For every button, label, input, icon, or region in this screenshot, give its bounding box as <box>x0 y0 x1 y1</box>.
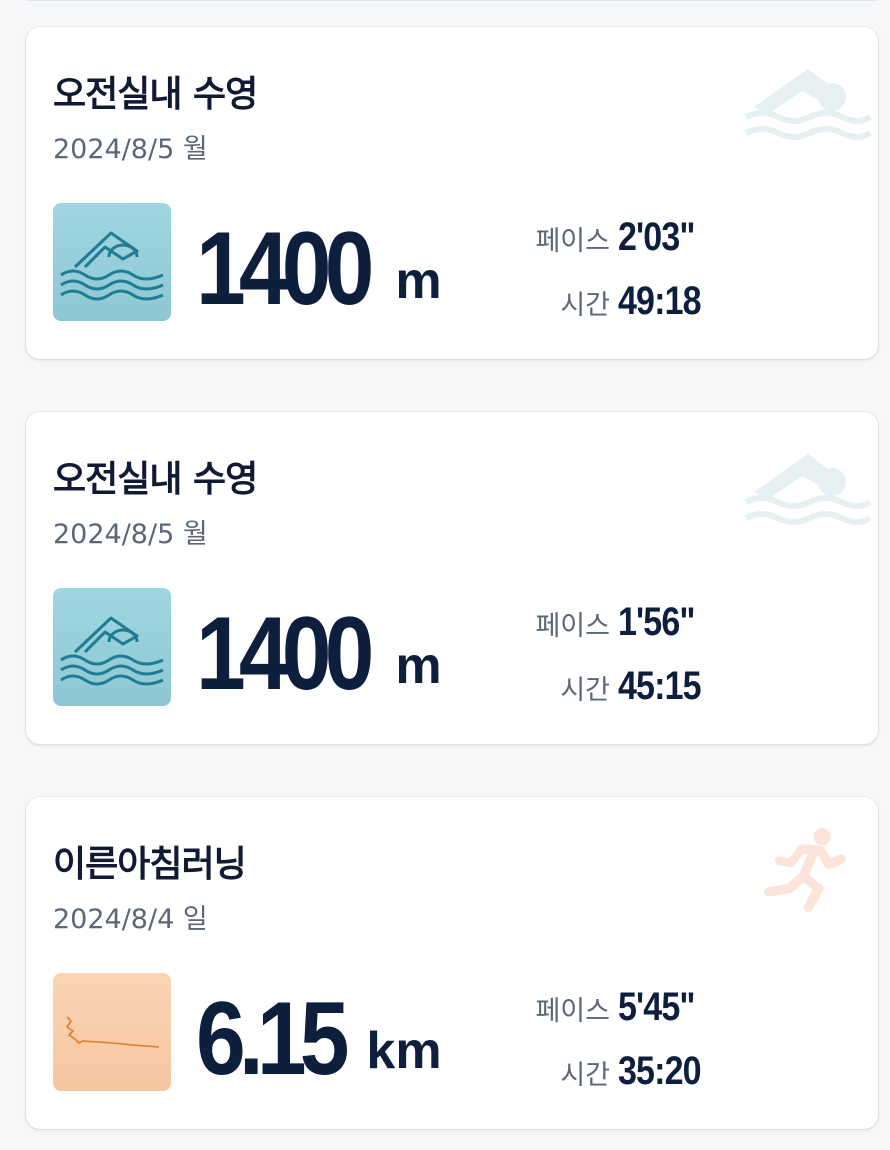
activity-stats: 페이스 2'03" 시간 49:18 <box>478 215 718 343</box>
runner-icon <box>764 828 846 912</box>
route-line <box>66 1016 160 1048</box>
time-value: 35:20 <box>618 1049 702 1093</box>
distance-value: 1400 <box>196 596 374 712</box>
pace-row: 페이스 5'45" <box>478 985 718 1049</box>
distance-unit: km <box>366 1022 442 1080</box>
time-value: 45:15 <box>618 664 702 708</box>
swimmer-icon <box>744 454 872 525</box>
time-label: 시간 <box>560 1060 610 1091</box>
time-row: 시간 35:20 <box>478 1049 718 1113</box>
time-value: 49:18 <box>618 279 702 323</box>
pace-value: 5'45" <box>618 985 696 1029</box>
pace-row: 페이스 1'56" <box>478 600 718 664</box>
activity-card[interactable]: 오전실내 수영 2024/8/5 월 1400 m 페이스 1'56" 시간 4… <box>26 412 878 744</box>
distance-unit: m <box>395 252 442 310</box>
activity-stats: 페이스 5'45" 시간 35:20 <box>478 985 718 1113</box>
distance: 1400 m <box>196 588 442 706</box>
route-map-thumbnail <box>53 973 171 1091</box>
top-divider <box>26 0 878 1</box>
activity-stats: 페이스 1'56" 시간 45:15 <box>478 600 718 728</box>
distance: 6.15 km <box>196 973 442 1091</box>
pace-label: 페이스 <box>535 226 610 257</box>
activity-title: 오전실내 수영 <box>53 459 258 500</box>
pace-label: 페이스 <box>535 996 610 1027</box>
pace-value: 1'56" <box>618 600 696 644</box>
activity-title: 오전실내 수영 <box>53 74 258 115</box>
activity-date: 2024/8/5 월 <box>53 134 208 165</box>
distance-unit: m <box>395 637 442 695</box>
distance: 1400 m <box>196 203 442 321</box>
pace-label: 페이스 <box>535 611 610 642</box>
swim-thumbnail <box>53 203 171 321</box>
activity-card[interactable]: 오전실내 수영 2024/8/5 월 1400 m 페이스 2'03" 시간 4… <box>26 27 878 359</box>
activity-title: 이른아침러닝 <box>53 844 247 885</box>
activity-card[interactable]: 이른아침러닝 2024/8/4 일 6.15 km 페이스 5'45" 시간 3… <box>26 797 878 1129</box>
pace-row: 페이스 2'03" <box>478 215 718 279</box>
time-row: 시간 49:18 <box>478 279 718 343</box>
distance-value: 1400 <box>196 211 374 327</box>
swimmer-line-icon <box>60 231 164 301</box>
time-label: 시간 <box>560 675 610 706</box>
swimmer-icon <box>744 69 872 140</box>
time-label: 시간 <box>560 290 610 321</box>
swim-thumbnail <box>53 588 171 706</box>
swimmer-line-icon <box>60 616 164 686</box>
activity-date: 2024/8/5 월 <box>53 519 208 550</box>
distance-value: 6.15 <box>196 981 349 1097</box>
pace-value: 2'03" <box>618 215 696 259</box>
time-row: 시간 45:15 <box>478 664 718 728</box>
activity-date: 2024/8/4 일 <box>53 904 208 935</box>
